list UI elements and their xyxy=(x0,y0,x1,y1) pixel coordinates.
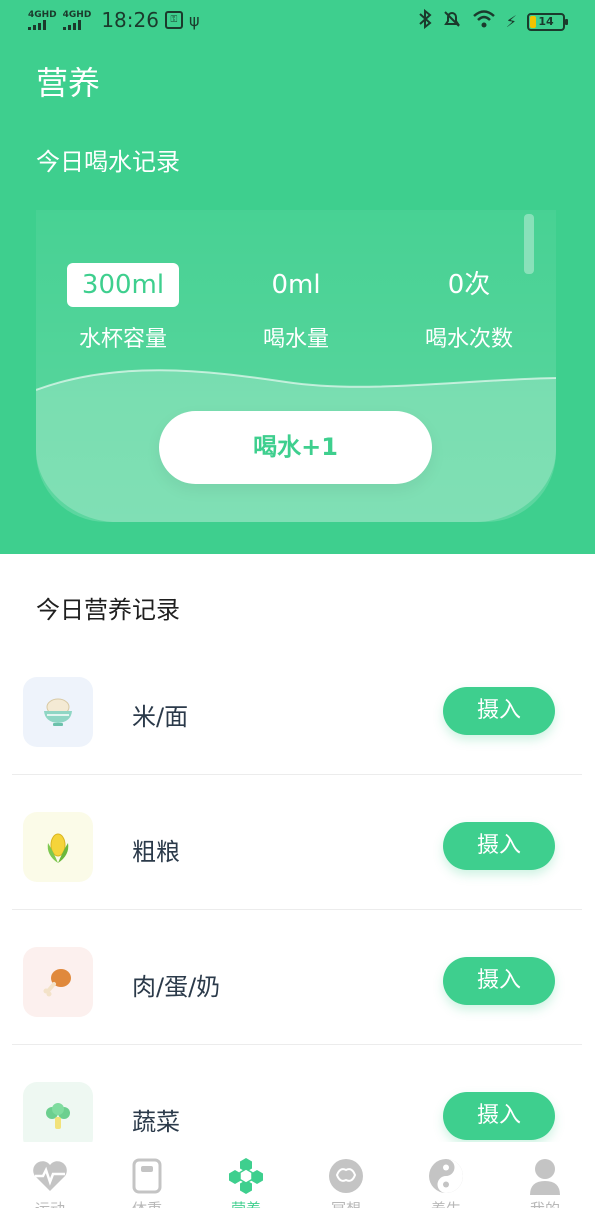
nutrition-row-rice: 米/面 摄入 xyxy=(12,640,582,775)
water-amount-value: 0ml xyxy=(271,270,321,300)
tab-label: 运动 xyxy=(0,1198,100,1208)
tab-profile[interactable]: 我的 xyxy=(495,1142,595,1208)
drink-water-button[interactable]: 喝水+1 xyxy=(159,411,432,484)
nutrition-icon xyxy=(226,1156,266,1196)
tab-label: 营养 xyxy=(196,1198,296,1208)
tab-meditation[interactable]: 冥想 xyxy=(296,1142,396,1208)
network-label-1: 4GHD xyxy=(28,9,57,20)
cup-capacity-stat: 300ml 水杯容量 xyxy=(53,263,193,353)
water-cup-card: 300ml 水杯容量 0ml 喝水量 0次 喝水次数 喝水+1 xyxy=(36,210,556,522)
wifi-icon xyxy=(472,9,496,34)
intake-button[interactable]: 摄入 xyxy=(443,957,555,1005)
battery-indicator: 14 xyxy=(527,12,568,31)
tab-nutrition[interactable]: 营养 xyxy=(196,1142,296,1208)
tab-weight[interactable]: 体重 xyxy=(97,1142,197,1208)
nutrition-row-meat: 肉/蛋/奶 摄入 xyxy=(12,910,582,1045)
tab-label: 养生 xyxy=(396,1198,496,1208)
network-indicator-2: 4GHD xyxy=(62,9,92,30)
nutrition-item-name: 蔬菜 xyxy=(132,1108,180,1136)
mute-bell-icon xyxy=(442,9,462,34)
intake-button[interactable]: 摄入 xyxy=(443,687,555,735)
water-amount-label: 喝水量 xyxy=(262,327,329,352)
tab-label: 体重 xyxy=(97,1198,197,1208)
nutrition-item-name: 米/面 xyxy=(132,703,189,731)
bluetooth-icon xyxy=(418,8,432,34)
bottom-tab-bar: 运动 体重 营养 冥想 养生 xyxy=(0,1142,595,1208)
network-label-2: 4GHD xyxy=(62,9,92,20)
usb-icon: ψ xyxy=(188,10,200,30)
page-title: 营养 xyxy=(36,64,101,102)
nutrition-item-name: 肉/蛋/奶 xyxy=(132,973,221,1001)
intake-button[interactable]: 摄入 xyxy=(443,1092,555,1140)
water-section-title: 今日喝水记录 xyxy=(36,148,180,176)
nutrition-section-title: 今日营养记录 xyxy=(36,596,180,624)
rice-bowl-icon xyxy=(23,677,93,747)
vpn-icon: ⚿ xyxy=(164,11,183,29)
cup-capacity-value[interactable]: 300ml xyxy=(67,263,179,307)
user-icon xyxy=(525,1156,565,1196)
water-amount-stat: 0ml 喝水量 xyxy=(226,263,366,353)
tab-label: 冥想 xyxy=(296,1198,396,1208)
status-bar: 4GHD 4GHD 18:26 ⚿ ψ ⚡ 14 xyxy=(0,0,595,40)
nutrition-row-grains: 粗粮 摄入 xyxy=(12,775,582,910)
heart-pulse-icon xyxy=(30,1156,70,1196)
chicken-leg-icon xyxy=(23,947,93,1017)
scale-icon xyxy=(127,1156,167,1196)
brain-icon xyxy=(326,1156,366,1196)
drink-count-value: 0次 xyxy=(447,270,491,300)
status-time: 18:26 xyxy=(101,8,159,32)
corn-icon xyxy=(23,812,93,882)
yin-yang-icon xyxy=(426,1156,466,1196)
tab-label: 我的 xyxy=(495,1198,595,1208)
network-indicator-1: 4GHD xyxy=(28,9,57,30)
charging-icon: ⚡ xyxy=(505,12,517,31)
nutrition-item-name: 粗粮 xyxy=(132,838,180,866)
cup-capacity-label: 水杯容量 xyxy=(78,327,167,352)
battery-level: 14 xyxy=(538,14,554,28)
drink-count-stat: 0次 喝水次数 xyxy=(399,263,539,353)
tab-sport[interactable]: 运动 xyxy=(0,1142,100,1208)
tab-wellness[interactable]: 养生 xyxy=(396,1142,496,1208)
drink-count-label: 喝水次数 xyxy=(424,327,513,352)
intake-button[interactable]: 摄入 xyxy=(443,822,555,870)
